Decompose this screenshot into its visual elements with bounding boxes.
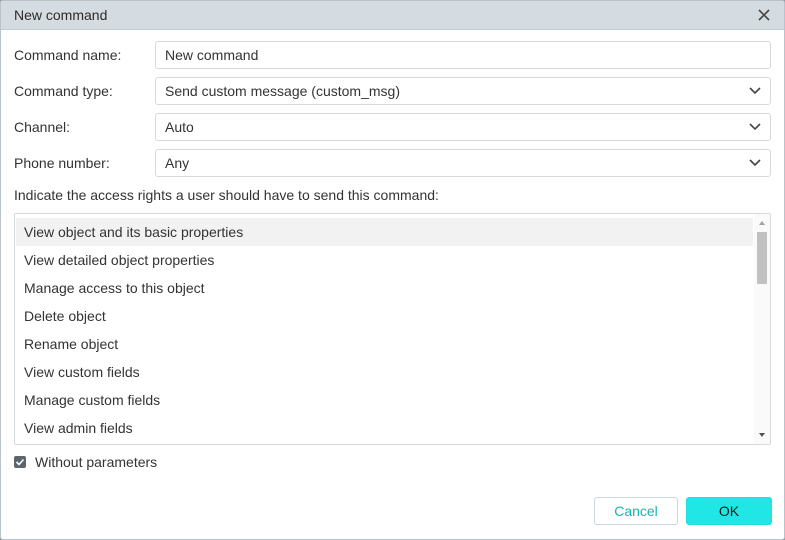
list-item[interactable]: Manage access to this object [16,274,753,302]
chevron-down-icon [749,159,761,167]
list-item[interactable]: Delete object [16,302,753,330]
phone-number-value: Any [165,155,190,171]
chevron-down-icon [749,123,761,131]
list-item[interactable]: View admin fields [16,414,753,442]
list-scrollbar[interactable] [754,214,770,444]
command-type-value: Send custom message (custom_msg) [165,83,400,99]
without-parameters-checkbox[interactable] [14,456,26,468]
checkmark-icon [15,458,25,466]
channel-select[interactable]: Auto [155,113,771,141]
command-name-value: New command [165,47,259,63]
ok-button[interactable]: OK [686,497,772,525]
close-icon[interactable] [754,5,774,25]
list-item[interactable]: View custom fields [16,358,753,386]
command-name-label: Command name: [14,47,122,63]
dialog-title: New command [14,7,108,23]
list-item[interactable]: View detailed object properties [16,246,753,274]
phone-number-select[interactable]: Any [155,149,771,177]
channel-label: Channel: [14,119,71,135]
command-name-input[interactable]: New command [155,41,771,69]
list-item[interactable]: View object and its basic properties [16,218,753,246]
without-parameters-label: Without parameters [35,454,158,470]
scroll-down-arrow-icon[interactable] [758,431,766,439]
access-rights-list[interactable]: View object and its basic properties Vie… [14,213,771,445]
scrollbar-thumb[interactable] [757,232,767,284]
command-type-label: Command type: [14,83,113,99]
channel-value: Auto [165,119,194,135]
list-item[interactable]: Rename object [16,330,753,358]
list-item[interactable]: Manage custom fields [16,386,753,414]
new-command-dialog: New command Command name: New command Co… [0,0,785,540]
access-rights-hint: Indicate the access rights a user should… [14,187,439,203]
phone-number-row: Phone number: Any [14,149,771,177]
chevron-down-icon [749,87,761,95]
command-name-row: Command name: New command [14,41,771,69]
scroll-up-arrow-icon[interactable] [758,219,766,227]
dialog-titlebar: New command [1,1,784,30]
command-type-row: Command type: Send custom message (custo… [14,77,771,105]
phone-number-label: Phone number: [14,155,110,171]
command-type-select[interactable]: Send custom message (custom_msg) [155,77,771,105]
cancel-button[interactable]: Cancel [594,497,678,525]
channel-row: Channel: Auto [14,113,771,141]
